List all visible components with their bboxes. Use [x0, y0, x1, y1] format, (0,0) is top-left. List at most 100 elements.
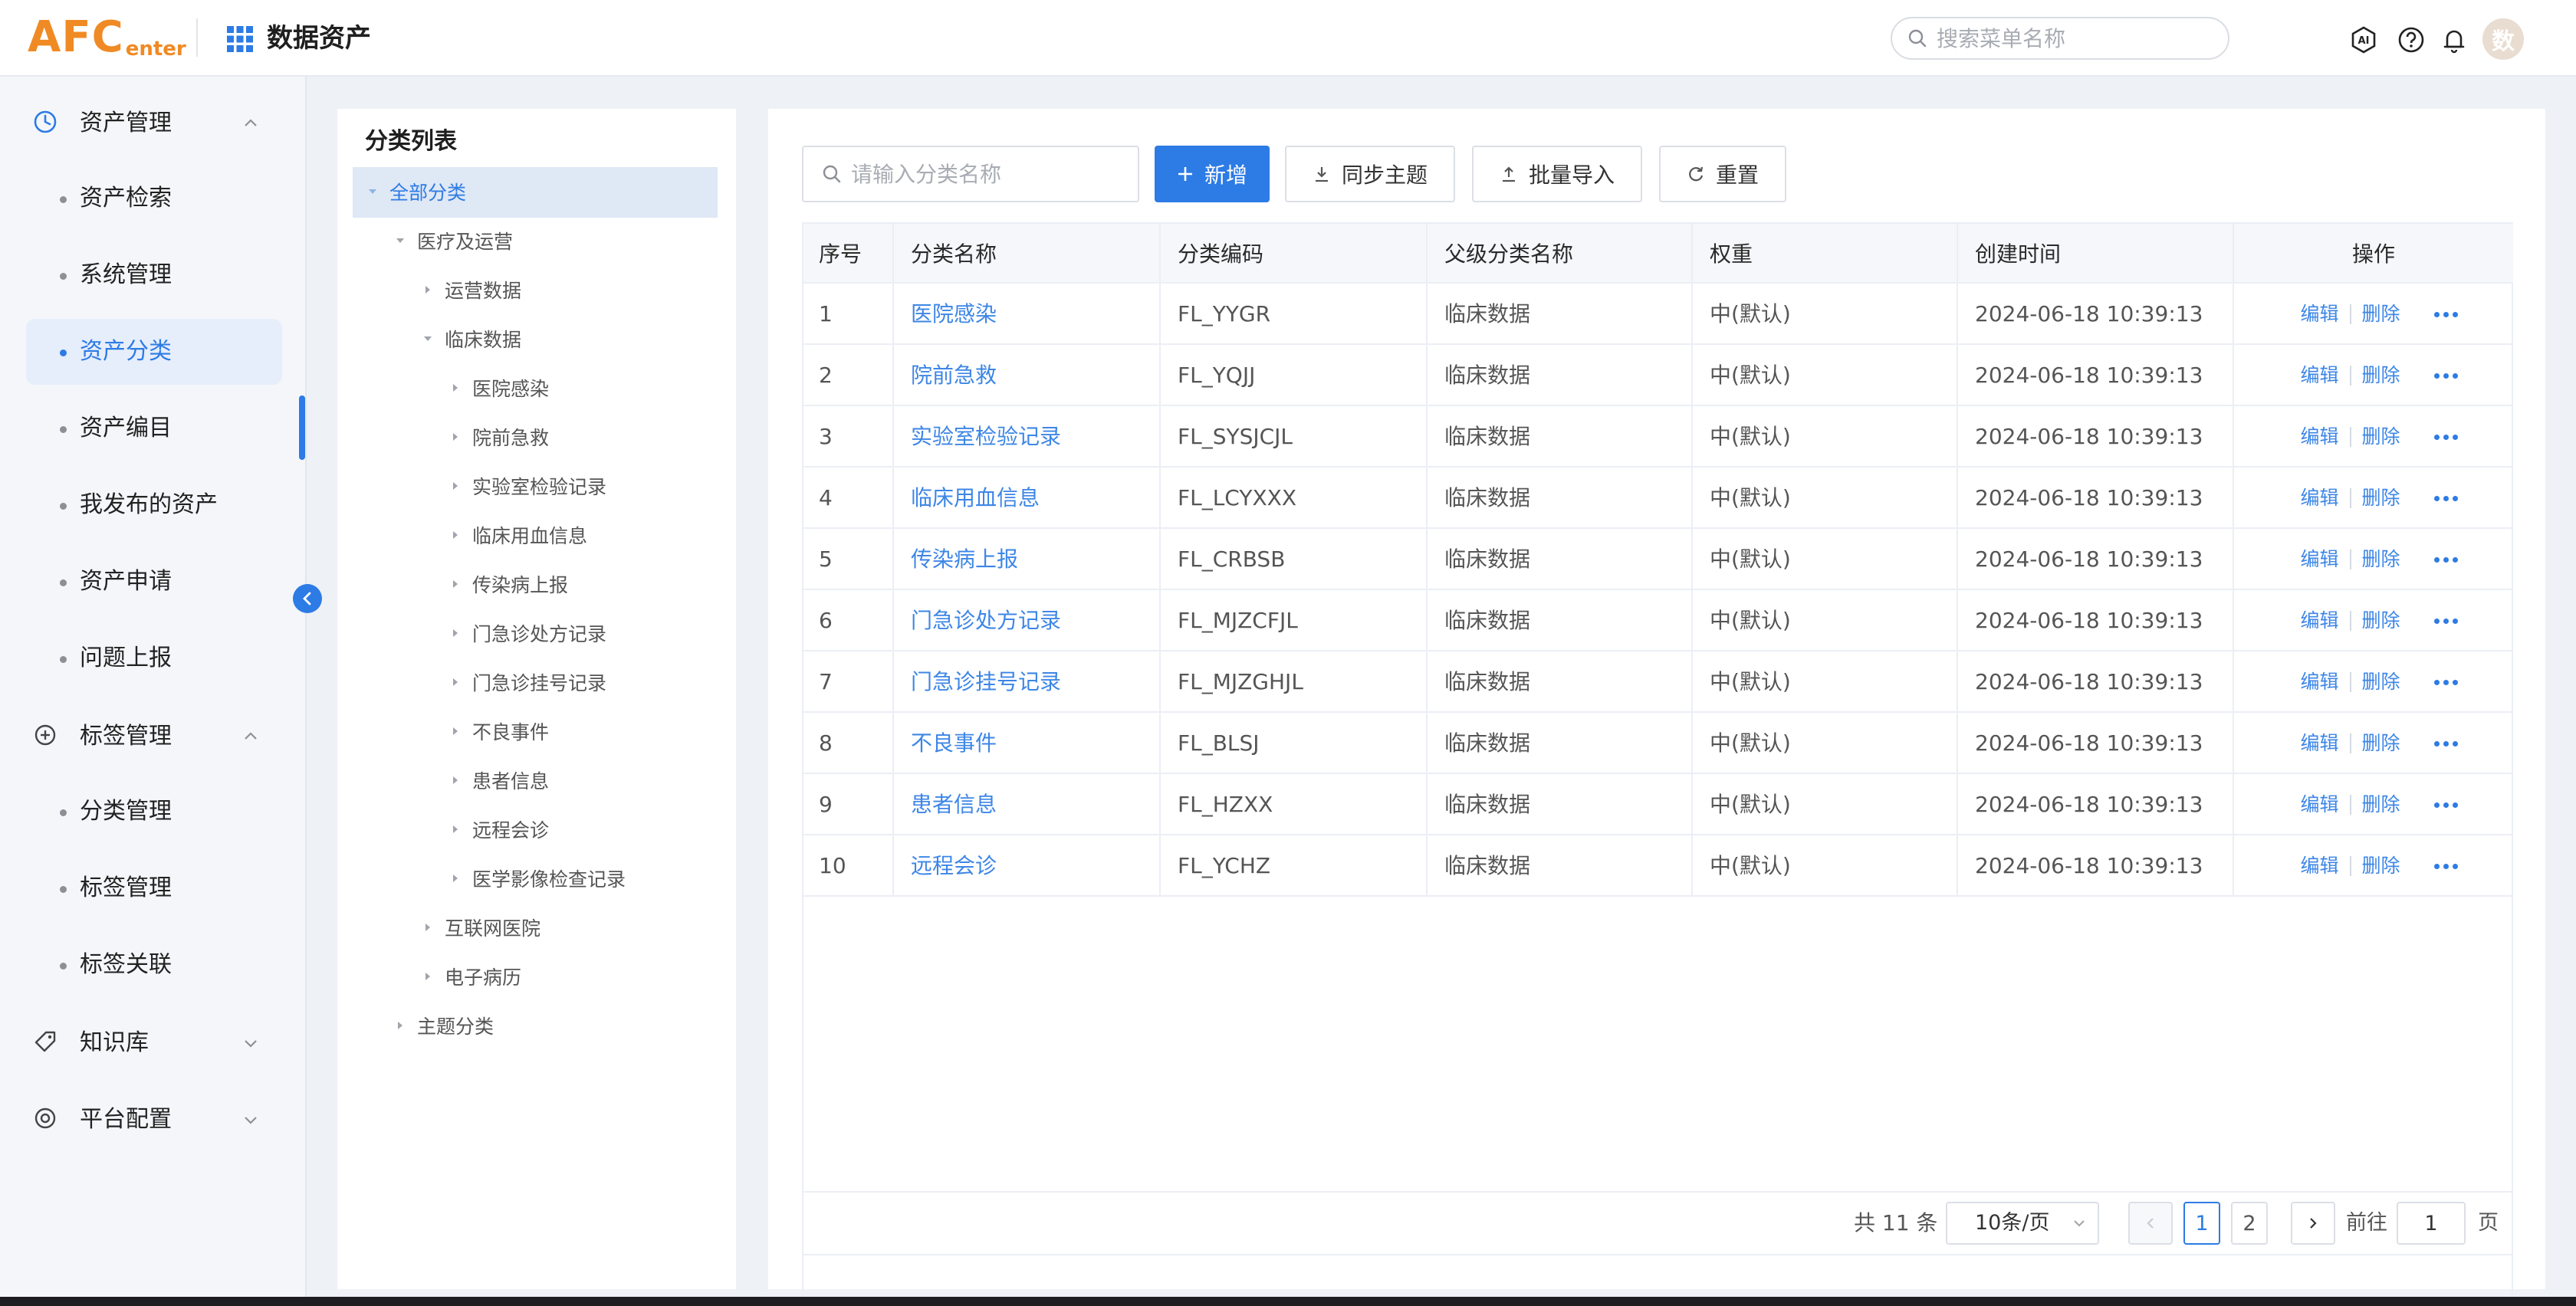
- sidebar-item-asset-application[interactable]: 资产申请: [26, 549, 282, 615]
- page-1-button[interactable]: 1: [2183, 1202, 2220, 1245]
- tree-node[interactable]: 不良事件: [448, 707, 549, 756]
- tree-node[interactable]: 医院感染: [448, 363, 549, 412]
- tree-node[interactable]: 患者信息: [448, 756, 549, 805]
- delete-link[interactable]: 删除: [2351, 835, 2411, 897]
- collapse-sidebar-button[interactable]: [293, 584, 322, 613]
- caret-down-icon[interactable]: [393, 233, 408, 248]
- tree-node[interactable]: 临床用血信息: [448, 510, 587, 559]
- sidebar-item-category-management[interactable]: 分类管理: [26, 779, 282, 845]
- tree-node[interactable]: 门急诊挂号记录: [448, 658, 606, 707]
- caret-right-icon[interactable]: [448, 773, 463, 788]
- tree-node[interactable]: 医疗及运营: [393, 216, 513, 265]
- caret-right-icon[interactable]: [448, 724, 463, 739]
- app-grid-icon[interactable]: [227, 26, 253, 52]
- sidebar-item-tag-management[interactable]: 标签管理: [26, 855, 282, 921]
- caret-right-icon[interactable]: [393, 1018, 408, 1033]
- delete-link[interactable]: 删除: [2351, 774, 2411, 835]
- sync-topic-button[interactable]: 同步主题: [1285, 146, 1455, 202]
- edit-link[interactable]: 编辑: [2289, 835, 2349, 897]
- more-actions-icon[interactable]: [2433, 495, 2458, 501]
- afc-logo[interactable]: AFC enter: [28, 11, 186, 64]
- bell-icon[interactable]: [2440, 25, 2469, 54]
- tree-node[interactable]: 运营数据: [420, 265, 521, 314]
- sidebar-group-platform-config[interactable]: 平台配置: [0, 1085, 307, 1154]
- reset-button[interactable]: 重置: [1659, 146, 1786, 202]
- caret-right-icon[interactable]: [448, 625, 463, 641]
- caret-right-icon[interactable]: [448, 674, 463, 690]
- category-name-link[interactable]: 临床用血信息: [894, 468, 1161, 529]
- delete-link[interactable]: 删除: [2351, 345, 2411, 406]
- sidebar-group-asset-management[interactable]: 资产管理: [0, 89, 307, 158]
- sidebar-item-asset-catalog[interactable]: 资产编目: [26, 395, 282, 461]
- caret-right-icon[interactable]: [448, 822, 463, 837]
- delete-link[interactable]: 删除: [2351, 651, 2411, 713]
- sidebar-item-my-published-assets[interactable]: 我发布的资产: [26, 472, 282, 538]
- sidebar-group-tag-management[interactable]: 标签管理: [0, 702, 307, 771]
- delete-link[interactable]: 删除: [2351, 590, 2411, 651]
- more-actions-icon[interactable]: [2433, 434, 2458, 440]
- more-actions-icon[interactable]: [2433, 618, 2458, 624]
- user-avatar[interactable]: 数: [2482, 18, 2524, 60]
- caret-right-icon[interactable]: [448, 429, 463, 445]
- caret-right-icon[interactable]: [448, 380, 463, 395]
- category-name-link[interactable]: 远程会诊: [894, 835, 1161, 897]
- category-name-link[interactable]: 患者信息: [894, 774, 1161, 835]
- edit-link[interactable]: 编辑: [2289, 590, 2349, 651]
- more-actions-icon[interactable]: [2433, 311, 2458, 317]
- caret-right-icon[interactable]: [448, 576, 463, 592]
- more-actions-icon[interactable]: [2433, 802, 2458, 808]
- caret-right-icon[interactable]: [420, 920, 435, 935]
- caret-down-icon[interactable]: [420, 331, 435, 346]
- sidebar-item-system-management[interactable]: 系统管理: [26, 242, 282, 308]
- tree-node[interactable]: 全部分类: [365, 167, 466, 216]
- edit-link[interactable]: 编辑: [2289, 406, 2349, 468]
- page-2-button[interactable]: 2: [2231, 1202, 2268, 1245]
- more-actions-icon[interactable]: [2433, 740, 2458, 747]
- ai-icon[interactable]: AI: [2349, 25, 2378, 54]
- caret-right-icon[interactable]: [448, 478, 463, 494]
- help-icon[interactable]: [2397, 25, 2426, 54]
- tree-node[interactable]: 院前急救: [448, 412, 549, 461]
- caret-right-icon[interactable]: [448, 871, 463, 886]
- more-actions-icon[interactable]: [2433, 679, 2458, 685]
- menu-search-box[interactable]: [1891, 17, 2229, 60]
- sidebar-item-issue-report[interactable]: 问题上报: [26, 625, 282, 691]
- edit-link[interactable]: 编辑: [2289, 651, 2349, 713]
- caret-right-icon[interactable]: [420, 282, 435, 297]
- next-page-button[interactable]: [2291, 1202, 2335, 1245]
- category-name-link[interactable]: 医院感染: [894, 284, 1161, 345]
- delete-link[interactable]: 删除: [2351, 713, 2411, 774]
- sidebar-group-knowledge-base[interactable]: 知识库: [0, 1009, 307, 1078]
- tree-node[interactable]: 传染病上报: [448, 559, 568, 609]
- category-name-link[interactable]: 门急诊处方记录: [894, 590, 1161, 651]
- category-search-input[interactable]: [851, 161, 1127, 187]
- batch-import-button[interactable]: 批量导入: [1472, 146, 1642, 202]
- tree-node[interactable]: 门急诊处方记录: [448, 609, 606, 658]
- tree-node[interactable]: 电子病历: [420, 952, 521, 1001]
- sidebar-item-asset-search[interactable]: 资产检索: [26, 166, 282, 231]
- more-actions-icon[interactable]: [2433, 556, 2458, 563]
- sidebar-item-asset-category[interactable]: 资产分类: [26, 319, 282, 385]
- category-name-link[interactable]: 实验室检验记录: [894, 406, 1161, 468]
- sidebar-item-tag-association[interactable]: 标签关联: [26, 932, 282, 998]
- tree-node[interactable]: 实验室检验记录: [448, 461, 606, 510]
- delete-link[interactable]: 删除: [2351, 529, 2411, 590]
- tree-node[interactable]: 主题分类: [393, 1001, 494, 1050]
- edit-link[interactable]: 编辑: [2289, 345, 2349, 406]
- goto-page-input[interactable]: [2397, 1202, 2466, 1245]
- prev-page-button[interactable]: [2128, 1202, 2173, 1245]
- add-button[interactable]: 新增: [1155, 146, 1270, 202]
- delete-link[interactable]: 删除: [2351, 284, 2411, 345]
- menu-search-input[interactable]: [1937, 25, 2213, 51]
- edit-link[interactable]: 编辑: [2289, 284, 2349, 345]
- page-size-select[interactable]: 10条/页: [1946, 1202, 2099, 1245]
- edit-link[interactable]: 编辑: [2289, 529, 2349, 590]
- tree-node[interactable]: 互联网医院: [420, 903, 540, 952]
- tree-node[interactable]: 医学影像检查记录: [448, 854, 626, 903]
- category-name-link[interactable]: 门急诊挂号记录: [894, 651, 1161, 713]
- more-actions-icon[interactable]: [2433, 863, 2458, 869]
- tree-node[interactable]: 远程会诊: [448, 805, 549, 854]
- more-actions-icon[interactable]: [2433, 372, 2458, 379]
- category-search-box[interactable]: [802, 146, 1139, 202]
- delete-link[interactable]: 删除: [2351, 468, 2411, 529]
